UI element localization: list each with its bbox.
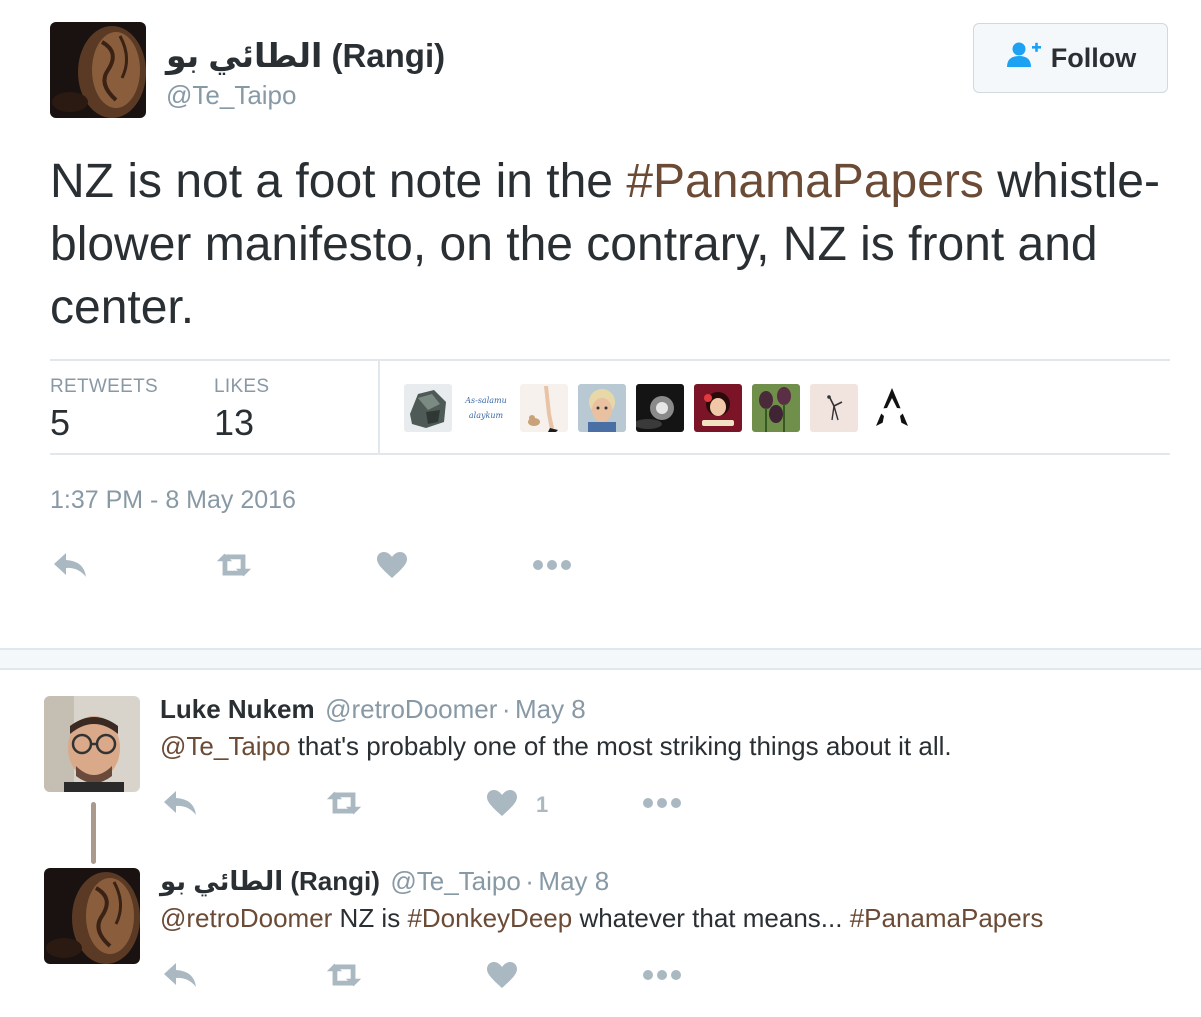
hashtag-link[interactable]: #PanamaPapers	[850, 903, 1044, 933]
liker-avatar-bird[interactable]	[810, 384, 858, 432]
stats-divider	[378, 361, 380, 453]
replies-separator	[0, 648, 1201, 670]
reply-icon	[54, 553, 86, 577]
retweet-button[interactable]	[214, 545, 254, 585]
reply-author-name[interactable]: Luke Nukem	[160, 694, 315, 724]
reply-author-name[interactable]: الطائي بو (Rangi)	[160, 866, 380, 896]
reply-text-body: that's probably one of the most striking…	[290, 731, 952, 761]
mention-link[interactable]: @Te_Taipo	[160, 731, 290, 761]
like-button[interactable]	[372, 545, 412, 585]
retweet-icon	[216, 553, 252, 577]
liker-avatar-rock[interactable]	[404, 384, 452, 432]
hashtag-link[interactable]: #PanamaPapers	[626, 155, 984, 208]
tweet-text: NZ is not a foot note in the #PanamaPape…	[50, 150, 1160, 339]
reply-author-handle[interactable]: @Te_Taipo	[390, 866, 520, 896]
tweet-timestamp[interactable]: 1:37 PM - 8 May 2016	[50, 486, 296, 515]
divider	[50, 359, 1170, 361]
svg-text:alaykum: alaykum	[469, 411, 504, 420]
likes-count: 13	[214, 402, 255, 443]
more-icon	[643, 970, 681, 980]
more-button[interactable]	[642, 955, 682, 995]
reply-like-count: 1	[536, 792, 549, 817]
follow-button[interactable]: Follow	[973, 23, 1168, 93]
reply-icon	[164, 963, 196, 987]
retweet-button[interactable]	[324, 783, 364, 823]
reply-header: Luke Nukem @retroDoomer · May 8	[160, 694, 586, 725]
reply-header: الطائي بو (Rangi) @Te_Taipo · May 8	[160, 866, 609, 897]
liker-avatar-light[interactable]	[636, 384, 684, 432]
reply-text: @retroDoomer NZ is #DonkeyDeep whatever …	[160, 903, 1043, 934]
thread-line	[91, 802, 96, 864]
reply-avatar-rangi[interactable]	[44, 868, 140, 964]
author-avatar[interactable]	[50, 22, 146, 118]
reply-date[interactable]: May 8	[538, 866, 609, 896]
follow-user-icon	[1005, 41, 1043, 76]
reply-text: @Te_Taipo that's probably one of the mos…	[160, 731, 952, 762]
liker-avatar-legs[interactable]	[520, 384, 568, 432]
liker-avatar-star-logo[interactable]	[868, 384, 916, 432]
reply-icon	[164, 791, 196, 815]
retweet-icon	[326, 963, 362, 987]
liker-avatar-woman[interactable]	[578, 384, 626, 432]
heart-icon	[487, 790, 517, 816]
reply-avatar-luke[interactable]	[44, 696, 140, 792]
divider	[50, 453, 1170, 455]
likes-label: LIKES	[214, 376, 270, 397]
retweets-stat[interactable]: RETWEETS 5	[50, 376, 158, 444]
reply-button[interactable]	[50, 545, 90, 585]
liker-avatar-as-salamu-alaykum[interactable]: As-salamu alaykum	[462, 384, 510, 432]
heart-icon	[487, 962, 517, 988]
mention-link[interactable]: @retroDoomer	[160, 903, 332, 933]
reply-date[interactable]: May 8	[515, 694, 586, 724]
heart-icon	[377, 552, 407, 578]
tweet-text-part: NZ is not a foot note in the	[50, 155, 627, 208]
more-button[interactable]	[642, 783, 682, 823]
reply-author-handle[interactable]: @retroDoomer	[325, 694, 497, 724]
meta-separator: ·	[501, 694, 511, 724]
like-button[interactable]	[482, 955, 522, 995]
reply-button[interactable]	[160, 955, 200, 995]
meta-separator: ·	[525, 866, 534, 896]
reply-text-body: NZ is	[332, 903, 408, 933]
author-handle[interactable]: @Te_Taipo	[166, 80, 296, 111]
retweets-count: 5	[50, 402, 71, 443]
more-button[interactable]	[532, 545, 572, 585]
reply-text-body: whatever that means...	[572, 903, 850, 933]
retweet-button[interactable]	[324, 955, 364, 995]
follow-label: Follow	[1050, 42, 1137, 73]
likes-stat[interactable]: LIKES 13	[214, 376, 269, 444]
retweet-icon	[326, 791, 362, 815]
svg-text:As-salamu: As-salamu	[464, 396, 507, 405]
more-icon	[533, 560, 571, 570]
hashtag-link[interactable]: #DonkeyDeep	[407, 903, 572, 933]
retweets-label: RETWEETS	[50, 376, 158, 397]
reply-button[interactable]	[160, 783, 200, 823]
more-icon	[643, 798, 681, 808]
liker-avatar-tulips[interactable]	[752, 384, 800, 432]
author-name[interactable]: الطائي بو (Rangi)	[166, 36, 445, 75]
like-button[interactable]	[482, 783, 522, 823]
liker-avatar-pinup[interactable]	[694, 384, 742, 432]
